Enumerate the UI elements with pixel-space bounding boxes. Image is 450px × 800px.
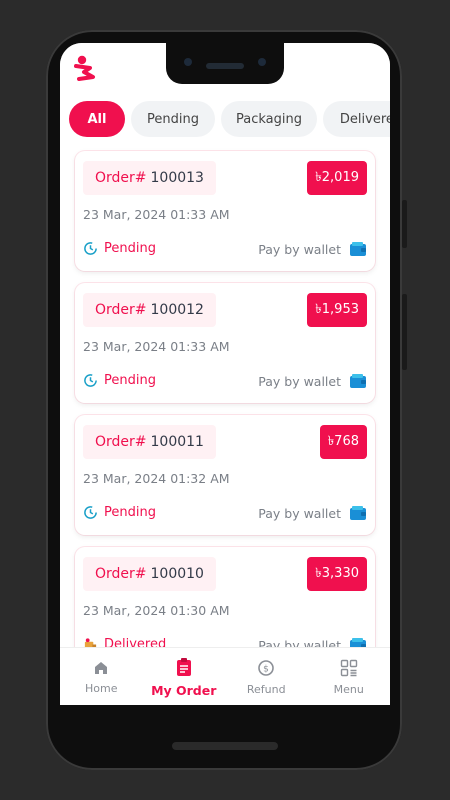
order-id: 100012 [150, 302, 204, 318]
wallet-icon [350, 374, 366, 388]
bottom-navigation: Home My Order $ Refund Menu [60, 647, 390, 705]
order-number: Order# 100013 [83, 161, 216, 195]
order-card[interactable]: Order# 100012 ৳1,953 23 Mar, 2024 01:33 A… [75, 283, 375, 403]
nav-home[interactable]: Home [60, 648, 143, 705]
order-card[interactable]: Order# 100013 ৳2,019 23 Mar, 2024 01:33 A… [75, 151, 375, 271]
payment-method: Pay by wallet [258, 637, 367, 647]
earpiece-speaker [206, 63, 244, 69]
nav-menu-label: Menu [333, 682, 364, 696]
clock-icon [84, 242, 97, 255]
home-icon [95, 661, 108, 674]
menu-grid-icon [340, 659, 357, 676]
payment-method: Pay by wallet [258, 241, 367, 257]
wallet-icon [350, 506, 366, 520]
order-status: Pending [83, 241, 156, 256]
order-number: Order# 100012 [83, 293, 216, 327]
order-id: 100013 [150, 170, 204, 186]
order-price-badge: ৳1,953 [307, 293, 367, 327]
payment-method: Pay by wallet [258, 505, 367, 521]
camera-notch [166, 40, 284, 84]
order-prefix: Order# [95, 170, 147, 186]
order-id: 100010 [150, 566, 204, 582]
payment-label: Pay by wallet [258, 241, 341, 257]
order-status: Delivered [83, 637, 166, 647]
order-date: 23 Mar, 2024 01:33 AM [83, 339, 230, 354]
nav-refund[interactable]: $ Refund [225, 648, 308, 705]
order-id: 100011 [150, 434, 204, 450]
tab-pending[interactable]: Pending [131, 101, 215, 137]
wallet-icon [350, 638, 366, 647]
order-card[interactable]: Order# 100011 ৳768 23 Mar, 2024 01:32 AM … [75, 415, 375, 535]
power-button [402, 200, 407, 248]
delivery-icon [84, 638, 97, 647]
clipboard-icon [176, 657, 191, 676]
order-number: Order# 100010 [83, 557, 216, 591]
payment-label: Pay by wallet [258, 373, 341, 389]
front-camera [184, 58, 192, 66]
clock-icon [84, 506, 97, 519]
order-status: Pending [83, 505, 156, 520]
status-label: Pending [104, 373, 156, 388]
nav-my-order-label: My Order [151, 682, 217, 698]
status-label: Pending [104, 241, 156, 256]
payment-method: Pay by wallet [258, 373, 367, 389]
order-status-tabs: All Pending Packaging Delivered [60, 95, 390, 143]
status-label: Pending [104, 505, 156, 520]
order-card[interactable]: Order# 100010 ৳3,330 23 Mar, 2024 01:30 A… [75, 547, 375, 647]
nav-refund-label: Refund [246, 682, 286, 696]
order-prefix: Order# [95, 434, 147, 450]
status-label: Delivered [104, 637, 167, 647]
order-date: 23 Mar, 2024 01:33 AM [83, 207, 230, 222]
tab-delivered[interactable]: Delivered [323, 101, 390, 137]
order-prefix: Order# [95, 302, 147, 318]
order-date: 23 Mar, 2024 01:32 AM [83, 471, 230, 486]
order-price-badge: ৳2,019 [307, 161, 367, 195]
front-sensor [258, 58, 266, 66]
tab-packaging[interactable]: Packaging [221, 101, 317, 137]
wallet-icon [350, 242, 366, 256]
nav-home-label: Home [85, 681, 118, 695]
tab-all[interactable]: All [69, 101, 125, 137]
order-date: 23 Mar, 2024 01:30 AM [83, 603, 230, 618]
order-price-badge: ৳768 [319, 425, 367, 459]
payment-label: Pay by wallet [258, 637, 341, 648]
bottom-speaker-grille [172, 742, 278, 750]
app-logo[interactable] [74, 55, 96, 83]
order-price-badge: ৳3,330 [307, 557, 367, 591]
svg-text:$: $ [263, 664, 269, 674]
order-list: Order# 100013 ৳2,019 23 Mar, 2024 01:33 A… [60, 147, 390, 647]
volume-button [402, 294, 407, 370]
app-screen: All Pending Packaging Delivered Order#10… [60, 43, 390, 705]
order-prefix: Order# [95, 566, 147, 582]
order-number: Order# 100011 [83, 425, 216, 459]
nav-menu[interactable]: Menu [308, 648, 391, 705]
clock-icon [84, 374, 97, 387]
nav-my-order[interactable]: My Order [143, 648, 226, 705]
order-status: Pending [83, 373, 156, 388]
refund-icon: $ [258, 659, 275, 676]
payment-label: Pay by wallet [258, 505, 341, 521]
